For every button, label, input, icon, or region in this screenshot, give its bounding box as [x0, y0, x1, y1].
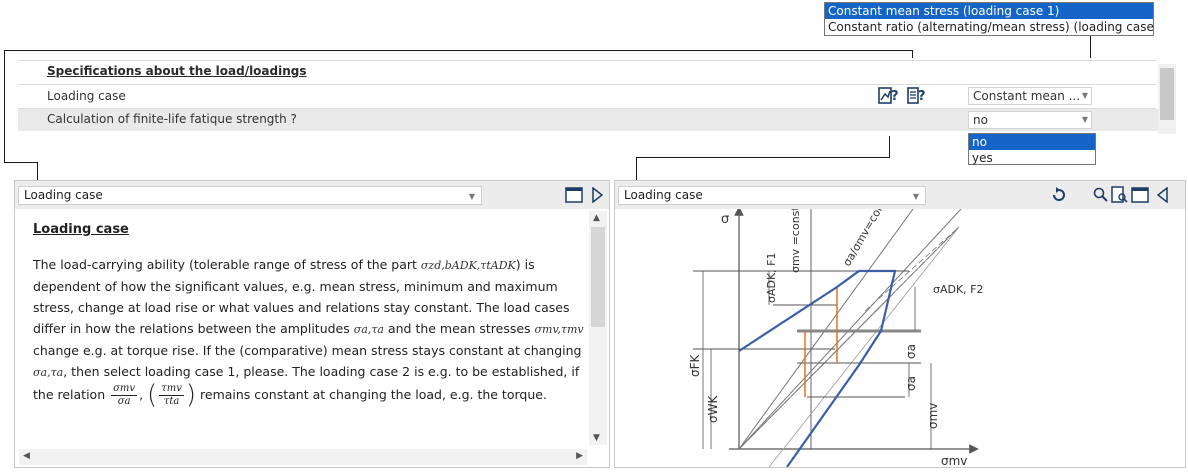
chevron-down-icon: ▼ [1081, 91, 1088, 100]
help-topic-select[interactable]: Loading case ▼ [18, 186, 482, 205]
svg-text:σFK: σFK [688, 353, 702, 377]
refresh-icon[interactable] [1051, 187, 1067, 203]
svg-text:σa: σa [904, 376, 918, 391]
svg-text:σa/σmv=const.(: σa/σmv=const.( [840, 209, 895, 269]
help-vertical-scrollbar[interactable]: ▲ ▼ [589, 211, 607, 445]
zoom-icon[interactable] [1093, 187, 1109, 203]
text-help-icon[interactable]: ? [906, 86, 928, 106]
finite-life-listbox[interactable]: no yes [968, 133, 1096, 165]
help-title: Loading case [33, 222, 129, 237]
finite-life-select[interactable]: no ▼ [968, 111, 1092, 129]
svg-text:σmv: σmv [941, 454, 967, 467]
help-paragraph: The load-carrying ability (tolerable ran… [33, 257, 584, 410]
loading-case-label: Loading case [47, 89, 126, 103]
option-no[interactable]: no [969, 134, 1095, 150]
option-yes[interactable]: yes [969, 150, 1095, 166]
graphic-topic-select[interactable]: Loading case ▼ [618, 186, 926, 205]
svg-text:σADK, F1: σADK, F1 [765, 253, 778, 304]
fraction-sigma: σmv σa [111, 383, 138, 407]
load-specification-panel: Specifications about the load/loadings L… [14, 58, 1182, 136]
help-panel-toolbar: Loading case ▼ [15, 181, 609, 209]
svg-text:σWK: σWK [706, 395, 720, 423]
chevron-down-icon: ▼ [912, 192, 919, 201]
help-text-panel: Loading case ▼ Loading case The load-car… [14, 180, 610, 468]
loading-case-option-1[interactable]: Constant mean stress (loading case 1) [825, 3, 1153, 19]
window-icon[interactable] [1131, 187, 1149, 203]
expand-left-icon[interactable] [1157, 187, 1169, 203]
loading-case-diagram: σ σmv =const.(f σa/σmv=const.( σADK, F1 … [688, 209, 984, 467]
loading-case-listbox[interactable]: Constant mean stress (loading case 1) Co… [824, 2, 1154, 36]
loading-case-select[interactable]: Constant mean ... ▼ [968, 87, 1092, 105]
graphic-panel: Loading case ▼ σ σmv =const.(f σa/σmv=co… [614, 180, 1186, 468]
graphic-help-icon[interactable]: ? [878, 86, 900, 106]
svg-text:σmv: σmv [926, 403, 940, 429]
finite-life-label: Calculation of finite-life fatique stren… [47, 112, 297, 126]
svg-text:σ: σ [721, 212, 729, 227]
fraction-tau: τmv τta [159, 383, 184, 407]
svg-text:σADK, F2: σADK, F2 [933, 283, 984, 296]
svg-text:σa: σa [904, 344, 918, 359]
graphic-panel-toolbar: Loading case ▼ [615, 181, 1185, 209]
svg-text:σmv =const.(f: σmv =const.(f [789, 209, 802, 273]
spec-scrollbar[interactable] [1158, 64, 1176, 134]
expand-right-icon[interactable] [591, 187, 603, 203]
window-icon[interactable] [565, 187, 583, 203]
help-text-content: Loading case The load-carrying ability (… [19, 209, 589, 449]
page-zoom-icon[interactable] [1111, 186, 1129, 204]
chevron-down-icon: ▼ [468, 192, 475, 201]
chevron-down-icon: ▼ [1081, 115, 1088, 124]
section-title: Specifications about the load/loadings [47, 64, 307, 78]
loading-case-option-2[interactable]: Constant ratio (alternating/mean stress)… [825, 19, 1153, 35]
help-horizontal-scrollbar[interactable]: ◀ ▶ [19, 449, 587, 465]
svg-text:?: ? [891, 89, 899, 104]
svg-text:?: ? [918, 89, 926, 104]
